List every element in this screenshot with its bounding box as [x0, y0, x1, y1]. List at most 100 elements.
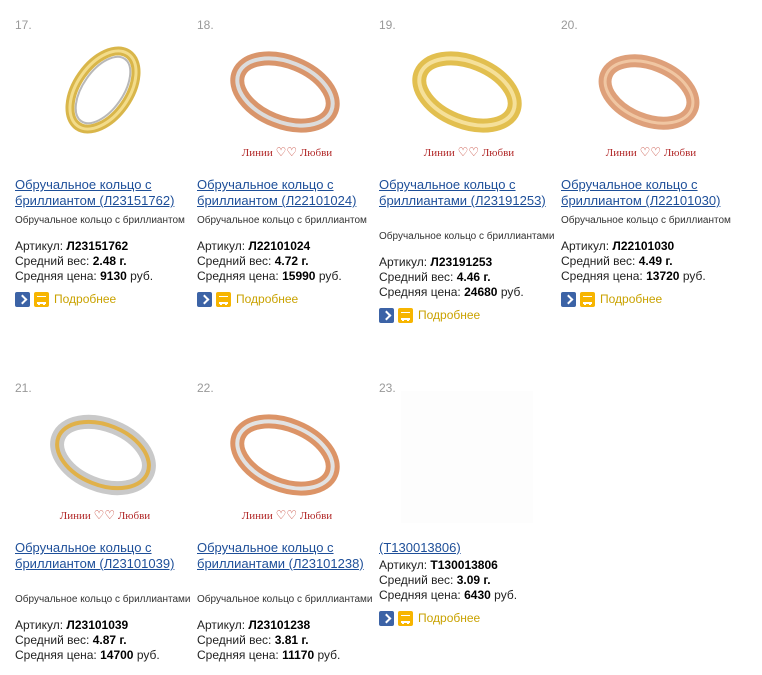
cart-icon[interactable] — [398, 611, 413, 626]
product-title-link[interactable]: (Т130013806) — [379, 540, 461, 556]
product-number: 19. — [379, 18, 396, 32]
currency: руб. — [130, 269, 154, 283]
product-card: 22. Линии ♡♡ Любви Обручальное кольцо с … — [197, 381, 373, 675]
more-link[interactable]: Подробнее — [236, 292, 298, 306]
product-image-placeholder[interactable] — [401, 391, 533, 523]
product-title-link[interactable]: Обручальное кольцо с бриллиантом (Л23151… — [15, 177, 191, 209]
weight-value: 3.81 г. — [274, 633, 309, 647]
product-description: Обручальное кольцо с бриллиантами — [379, 231, 555, 242]
currency: руб. — [682, 269, 706, 283]
product-title-link[interactable]: Обручальное кольцо с бриллиантом (Л23101… — [15, 540, 191, 572]
sku-label: Артикул: — [197, 618, 246, 632]
product-image[interactable] — [219, 28, 351, 160]
sku-value: Л23191253 — [430, 255, 493, 269]
more-link[interactable]: Подробнее — [418, 308, 480, 322]
price-value: 15990 — [282, 269, 316, 283]
product-number: 22. — [197, 381, 214, 395]
price-label: Средняя цена: — [561, 269, 643, 283]
more-link[interactable]: Подробнее — [600, 292, 662, 306]
product-title-link[interactable]: Обручальное кольцо с бриллиантом (Л22101… — [561, 177, 737, 209]
ring-icon — [412, 51, 522, 133]
sku-value: Л22101024 — [248, 239, 311, 253]
sku-label: Артикул: — [197, 239, 246, 253]
product-description: Обручальное кольцо с бриллиантами — [15, 594, 191, 605]
weight-label: Средний вес: — [15, 633, 90, 647]
more-link[interactable]: Подробнее — [54, 292, 116, 306]
product-description: Обручальное кольцо с бриллиантом — [15, 215, 185, 226]
product-description: Обручальное кольцо с бриллиантом — [197, 215, 367, 226]
details-arrow-icon[interactable] — [15, 292, 30, 307]
sku-label: Артикул: — [379, 255, 428, 269]
details-arrow-icon[interactable] — [561, 292, 576, 307]
product-description: Обручальное кольцо с бриллиантами — [197, 594, 373, 605]
price-label: Средняя цена: — [197, 648, 279, 662]
weight-value: 4.49 г. — [638, 254, 673, 268]
product-info: Артикул: Л22101024 Средний вес: 4.72 г. … — [197, 239, 342, 284]
sku-label: Артикул: — [561, 239, 610, 253]
product-number: 17. — [15, 18, 32, 32]
details-arrow-icon[interactable] — [379, 308, 394, 323]
weight-label: Средний вес: — [561, 254, 636, 268]
details-arrow-icon[interactable] — [379, 611, 394, 626]
product-image[interactable] — [219, 391, 351, 523]
product-card: 23. (Т130013806) Артикул: Т130013806 Сре… — [379, 381, 555, 641]
ring-icon — [65, 46, 141, 134]
product-card: 18. Линии ♡♡ Любви Обручальное кольцо с … — [197, 18, 373, 318]
weight-value: 3.09 г. — [456, 573, 491, 587]
product-image[interactable] — [401, 28, 533, 160]
sku-label: Артикул: — [379, 558, 428, 572]
product-number: 23. — [379, 381, 396, 395]
product-card: 20. Линии ♡♡ Любви Обручальное кольцо с … — [561, 18, 737, 318]
weight-label: Средний вес: — [197, 254, 272, 268]
currency: руб. — [494, 588, 518, 602]
product-title-link[interactable]: Обручальное кольцо с бриллиантами (Л2319… — [379, 177, 555, 209]
product-info: Артикул: Т130013806 Средний вес: 3.09 г.… — [379, 558, 517, 603]
cart-icon[interactable] — [580, 292, 595, 307]
price-label: Средняя цена: — [15, 648, 97, 662]
brand-logo: Линии ♡♡ Любви — [241, 145, 333, 159]
sku-value: Л23101238 — [248, 618, 311, 632]
product-info: Артикул: Л23191253 Средний вес: 4.46 г. … — [379, 255, 524, 300]
product-description: Обручальное кольцо с бриллиантом — [561, 215, 731, 226]
cart-icon[interactable] — [216, 292, 231, 307]
ring-icon — [50, 414, 156, 496]
product-card: 17. Обручальное кольцо с бриллиантом (Л2… — [15, 18, 191, 318]
price-value: 24680 — [464, 285, 498, 299]
price-value: 11170 — [282, 648, 315, 662]
weight-value: 4.46 г. — [456, 270, 491, 284]
product-info: Артикул: Л23151762 Средний вес: 2.48 г. … — [15, 239, 153, 284]
ring-icon — [230, 51, 340, 133]
brand-logo: Линии ♡♡ Любви — [59, 508, 151, 522]
ring-icon — [230, 414, 340, 496]
product-number: 21. — [15, 381, 32, 395]
product-info: Артикул: Л23101039 Средний вес: 4.87 г. … — [15, 618, 160, 663]
product-image[interactable] — [37, 391, 169, 523]
product-card: 21. Линии ♡♡ Любви Обручальное кольцо с … — [15, 381, 191, 675]
brand-logo: Линии ♡♡ Любви — [241, 508, 333, 522]
weight-label: Средний вес: — [197, 633, 272, 647]
price-value: 6430 — [464, 588, 491, 602]
price-value: 14700 — [100, 648, 134, 662]
weight-label: Средний вес: — [379, 573, 454, 587]
details-arrow-icon[interactable] — [197, 292, 212, 307]
product-number: 18. — [197, 18, 214, 32]
price-value: 13720 — [646, 269, 680, 283]
currency: руб. — [500, 285, 524, 299]
product-title-link[interactable]: Обручальное кольцо с бриллиантами (Л2310… — [197, 540, 373, 572]
currency: руб. — [318, 269, 342, 283]
weight-value: 4.87 г. — [92, 633, 127, 647]
price-value: 9130 — [100, 269, 127, 283]
product-title-link[interactable]: Обручальное кольцо с бриллиантом (Л22101… — [197, 177, 373, 209]
weight-label: Средний вес: — [379, 270, 454, 284]
product-card: 19. Линии ♡♡ Любви Обручальное кольцо с … — [379, 18, 555, 338]
brand-logo: Линии ♡♡ Любви — [423, 145, 515, 159]
price-label: Средняя цена: — [197, 269, 279, 283]
more-link[interactable]: Подробнее — [418, 611, 480, 625]
product-image[interactable] — [583, 28, 715, 160]
ring-icon — [598, 54, 700, 130]
price-label: Средняя цена: — [379, 285, 461, 299]
product-image[interactable] — [37, 28, 169, 160]
cart-icon[interactable] — [398, 308, 413, 323]
cart-icon[interactable] — [34, 292, 49, 307]
sku-label: Артикул: — [15, 239, 64, 253]
